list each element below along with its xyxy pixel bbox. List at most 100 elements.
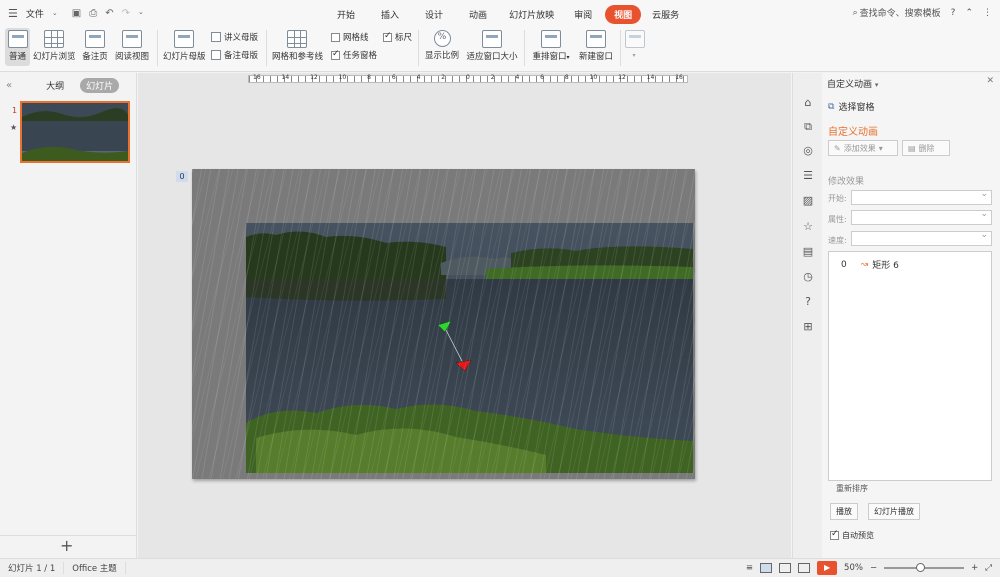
ruler-label: 标尺	[395, 33, 413, 43]
undo-icon[interactable]: ↶	[105, 8, 113, 19]
ruler-checkbox[interactable]: 标尺	[383, 31, 412, 43]
macro-button[interactable]: ▾	[625, 30, 645, 60]
zoom-slider[interactable]	[884, 563, 965, 572]
customize-icon[interactable]: ⌄	[138, 8, 144, 19]
ruler-tick-label: 2	[490, 74, 495, 81]
image-icon[interactable]: ▨	[802, 195, 814, 207]
tab-animation[interactable]: 动画	[460, 5, 496, 24]
ruler-checkbox-box[interactable]	[383, 31, 392, 42]
reading-view-button[interactable]: 阅读视图	[114, 30, 150, 62]
ruler-labels: 16 14 12 10 8 6 4 2 0 2 4 6 8 10 12 14 1…	[253, 74, 683, 81]
zoom-value[interactable]: 50%	[844, 563, 863, 573]
wps-presentation-window: ☰ 文件 ⌄ ▣ ⎙ ↶ ↷ ⌄ 开始 插入 设计 动画 幻灯片放映 审阅 视图…	[0, 0, 1000, 577]
slide-master-button[interactable]: 幻灯片母版	[163, 30, 206, 62]
slideshow-button[interactable]: 幻灯片播放	[868, 503, 920, 520]
motion-path-icon: ↝	[860, 259, 869, 270]
handout-master-button[interactable]: 讲义母版	[211, 31, 258, 43]
add-slide-button[interactable]: +	[60, 536, 73, 555]
arrange-window-button[interactable]: 重排窗口▾	[529, 30, 573, 62]
tab-cloud[interactable]: 云服务	[643, 5, 688, 24]
sorter-view-icon[interactable]	[779, 563, 792, 573]
arrange-label: 重排窗口	[532, 52, 567, 62]
property-dropdown[interactable]	[851, 209, 992, 225]
redo-icon[interactable]: ↷	[122, 8, 130, 19]
gridlines-checkbox[interactable]: 网格线	[331, 31, 369, 43]
animation-list[interactable]: 0 ↝ 矩形 6	[828, 251, 992, 481]
zoom-slider-knob[interactable]	[916, 563, 926, 572]
print-icon[interactable]: ⎙	[89, 8, 97, 19]
play-animation-button[interactable]: 播放	[830, 503, 858, 520]
history-icon[interactable]: ◷	[802, 271, 814, 283]
selection-pane-button[interactable]: ⧉ 选择窗格	[828, 100, 875, 114]
autopreview-checkbox-box[interactable]	[830, 529, 839, 540]
apps-icon[interactable]: ⊞	[802, 321, 814, 333]
box-icon[interactable]: ▤	[802, 246, 814, 258]
settings-icon[interactable]: ☰	[802, 170, 814, 182]
home-icon[interactable]: ⌂	[802, 97, 814, 109]
delete-button[interactable]: ▤ 删除	[902, 140, 950, 156]
search-icon[interactable]: ⌕	[853, 8, 858, 18]
normal-view-icon[interactable]	[760, 563, 773, 573]
ruler-tick-label: 16	[675, 74, 683, 81]
help-icon[interactable]: ?	[951, 8, 956, 18]
add-effect-button[interactable]: ✎ 添加效果 ▾	[828, 140, 898, 156]
tab-view[interactable]: 视图	[605, 5, 642, 24]
tab-slides[interactable]: 幻灯片	[80, 77, 120, 93]
lake-photo[interactable]	[246, 223, 693, 473]
notes-page-button[interactable]: 备注页	[81, 30, 109, 62]
animation-list-item[interactable]: 0 ↝ 矩形 6	[841, 258, 899, 272]
command-search[interactable]: 查找命令、搜索模板	[860, 6, 941, 19]
chevron-down-icon[interactable]: ⌄	[52, 9, 58, 17]
notes-master-button[interactable]: 备注母版	[211, 49, 258, 61]
gridlines-label: 网格线	[343, 33, 369, 43]
file-menu[interactable]: 文件	[26, 7, 44, 20]
save-icon[interactable]: ▣	[72, 8, 81, 19]
fit-slide-icon[interactable]: ⤢	[985, 563, 992, 573]
tab-outline[interactable]: 大纲	[40, 78, 70, 93]
shapes-icon[interactable]: ◎	[802, 145, 814, 157]
more-icon[interactable]: ⋮	[983, 8, 992, 18]
animation-target-name: 矩形 6	[872, 261, 899, 271]
selection-pane-label: 选择窗格	[838, 103, 875, 113]
notes-toggle-icon[interactable]: ≡	[746, 563, 753, 573]
close-icon[interactable]: ✕	[986, 76, 994, 86]
tab-home[interactable]: 开始	[328, 5, 364, 24]
pencil-icon: ✎	[834, 143, 841, 153]
lake-image	[246, 223, 693, 473]
normal-view-button[interactable]: 普通	[5, 28, 30, 66]
minimize-ribbon-icon[interactable]: ⌃	[965, 8, 973, 18]
ruler-tick-label: 10	[589, 74, 598, 81]
zoom-button[interactable]: 显示比例	[424, 30, 460, 61]
grid-guides-button[interactable]: 网格和参考线	[272, 30, 323, 62]
gridlines-checkbox-box[interactable]	[331, 32, 340, 42]
slide-thumbnail[interactable]	[20, 101, 130, 163]
autopreview-checkbox[interactable]: 自动预览	[830, 529, 874, 541]
animation-order-tag[interactable]: 0	[176, 171, 188, 182]
theme-name[interactable]: Office 主题	[64, 562, 126, 574]
zoom-out-button[interactable]: −	[870, 563, 877, 573]
task-pane-checkbox[interactable]: 任务窗格	[331, 49, 377, 61]
ruler-tick-label: 2	[441, 74, 446, 81]
custom-animation-pane: 自定义动画 ▾ ✕ ⧉ 选择窗格 自定义动画 ✎ 添加效果 ▾ ▤ 删除 修改效…	[822, 73, 1000, 558]
slide-sorter-button[interactable]: 幻灯片浏览	[33, 30, 76, 62]
pane-title[interactable]: 自定义动画 ▾	[827, 77, 878, 90]
hamburger-icon[interactable]: ☰	[8, 7, 18, 20]
play-icon[interactable]: ▶	[817, 561, 838, 575]
tab-slideshow[interactable]: 幻灯片放映	[500, 5, 563, 24]
help-icon[interactable]: ?	[802, 296, 814, 308]
start-dropdown[interactable]	[851, 189, 992, 205]
tab-review[interactable]: 审阅	[565, 5, 601, 24]
tab-insert[interactable]: 插入	[372, 5, 408, 24]
fit-window-button[interactable]: 适应窗口大小	[465, 30, 519, 62]
slide-canvas[interactable]	[192, 169, 695, 479]
reading-view-icon[interactable]	[798, 563, 811, 573]
collapse-panel-icon[interactable]: «	[6, 80, 12, 91]
zoom-in-button[interactable]: +	[971, 563, 978, 573]
tab-design[interactable]: 设计	[416, 5, 452, 24]
layout-icon[interactable]: ⧉	[802, 121, 814, 133]
chevron-down-icon: ▾	[878, 143, 883, 153]
task-pane-checkbox-box[interactable]	[331, 49, 340, 60]
star-icon[interactable]: ☆	[802, 221, 814, 233]
new-window-button[interactable]: 新建窗口	[578, 30, 614, 62]
speed-dropdown[interactable]	[851, 230, 992, 246]
